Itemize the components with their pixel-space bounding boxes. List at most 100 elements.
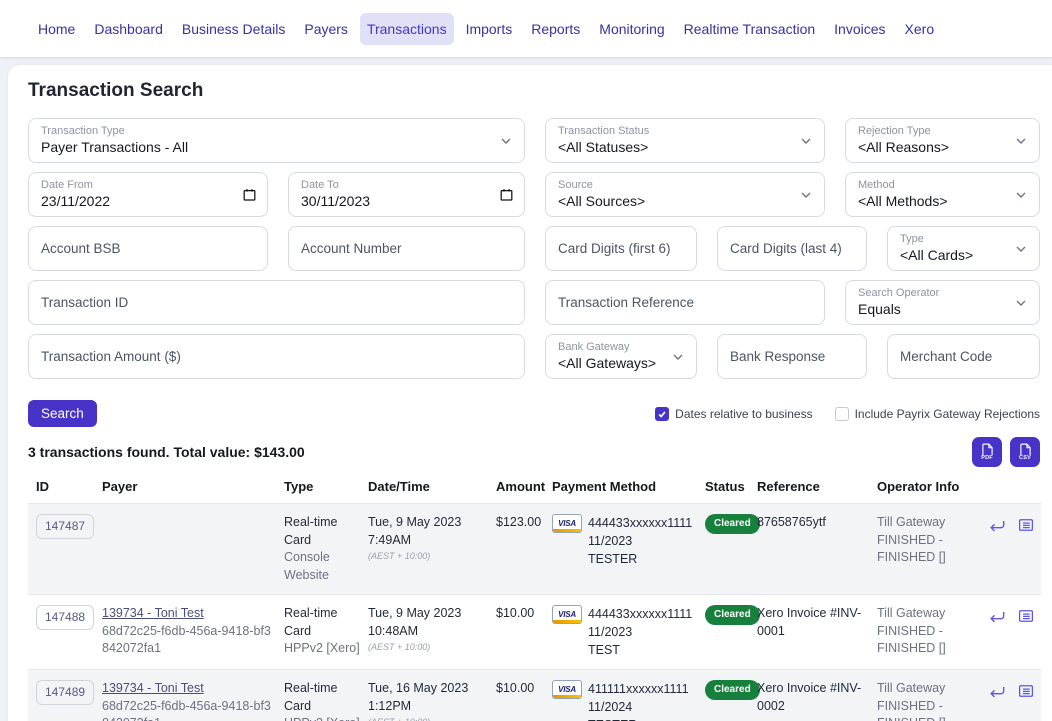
nav-item-transactions[interactable]: Transactions — [360, 13, 454, 45]
card-digits-last4-input[interactable] — [730, 227, 854, 270]
field-value: 23/11/2022 — [41, 193, 255, 211]
export-pdf-button[interactable]: PDF — [972, 437, 1002, 467]
type-main: Real-time Card — [284, 515, 338, 547]
card-digits-last4-field[interactable] — [717, 226, 867, 271]
refund-return-button[interactable] — [987, 516, 1007, 539]
card-holder: TEST — [588, 642, 697, 660]
nav-item-dashboard[interactable]: Dashboard — [87, 13, 170, 45]
payer-link[interactable]: 139734 - Toni Test — [102, 606, 204, 620]
refund-return-button[interactable] — [987, 607, 1007, 630]
transaction-reference-field[interactable] — [545, 280, 825, 325]
checkbox-unchecked-icon[interactable] — [835, 407, 849, 421]
amount: $10.00 — [496, 605, 540, 659]
details-document-icon — [1017, 682, 1035, 703]
date: Tue, 9 May 2023 — [368, 515, 461, 529]
table-row: 147489 139734 - Toni Test 68d72c25-f6db-… — [28, 669, 1041, 721]
csv-label: CSV — [1018, 455, 1032, 461]
nav-item-home[interactable]: Home — [31, 13, 82, 45]
card-type-select[interactable]: Type <All Cards> — [887, 226, 1040, 271]
transaction-details-button[interactable] — [1017, 607, 1035, 628]
refund-return-button[interactable] — [987, 682, 1007, 705]
type-sub: Console Website — [284, 550, 330, 582]
field-label: Method — [858, 179, 1027, 193]
transaction-id-link[interactable]: 147488 — [36, 605, 94, 630]
date-from-input[interactable]: Date From 23/11/2022 — [28, 172, 268, 217]
transaction-amount-field[interactable] — [28, 334, 525, 379]
visa-card-icon: VISA — [552, 680, 582, 699]
transaction-details-button[interactable] — [1017, 516, 1035, 537]
timezone: (AEST + 10:00) — [368, 641, 488, 654]
include-payrix-rejections-checkbox[interactable]: Include Payrix Gateway Rejections — [835, 407, 1040, 421]
reference: Xero Invoice #INV-0001 — [757, 605, 877, 659]
timezone: (AEST + 10:00) — [368, 716, 488, 721]
page-title: Transaction Search — [28, 80, 1048, 102]
export-csv-button[interactable]: CSV — [1010, 437, 1040, 467]
merchant-code-input[interactable] — [900, 335, 1027, 378]
checkbox-checked-icon[interactable] — [655, 407, 669, 421]
card-number: 444433xxxxxx1111 — [588, 606, 692, 624]
status-badge: Cleared — [705, 605, 760, 625]
transaction-status-select[interactable]: Transaction Status <All Statuses> — [545, 118, 825, 163]
transaction-details-button[interactable] — [1017, 682, 1035, 703]
date-to-input[interactable]: Date To 30/11/2023 — [288, 172, 525, 217]
transaction-amount-input[interactable] — [41, 335, 512, 378]
field-value: <All Reasons> — [858, 139, 1027, 157]
account-number-field[interactable] — [288, 226, 525, 271]
chevron-down-icon — [1013, 187, 1029, 203]
payer-link[interactable]: 139734 - Toni Test — [102, 681, 204, 695]
nav-item-monitoring[interactable]: Monitoring — [592, 13, 671, 45]
details-document-icon — [1017, 516, 1035, 537]
field-value: <All Gateways> — [558, 355, 684, 373]
card-digits-first6-input[interactable] — [558, 227, 684, 270]
card-digits-first6-field[interactable] — [545, 226, 697, 271]
field-value: <All Cards> — [900, 247, 1027, 265]
timezone: (AEST + 10:00) — [368, 550, 488, 563]
field-label: Transaction Status — [558, 125, 812, 139]
nav-item-reports[interactable]: Reports — [524, 13, 587, 45]
account-bsb-input[interactable] — [41, 227, 255, 270]
rejection-type-select[interactable]: Rejection Type <All Reasons> — [845, 118, 1040, 163]
transaction-id-input[interactable] — [41, 281, 512, 324]
nav-item-realtime-transaction[interactable]: Realtime Transaction — [677, 13, 823, 45]
transaction-id-field[interactable] — [28, 280, 525, 325]
status-badge: Cleared — [705, 514, 760, 534]
merchant-code-field[interactable] — [887, 334, 1040, 379]
search-operator-select[interactable]: Search Operator Equals — [845, 280, 1040, 325]
dates-relative-checkbox[interactable]: Dates relative to business — [655, 407, 812, 421]
transaction-id-link[interactable]: 147487 — [36, 514, 94, 539]
col-operator-info: Operator Info — [877, 479, 987, 494]
account-bsb-field[interactable] — [28, 226, 268, 271]
search-button[interactable]: Search — [28, 400, 97, 427]
source-select[interactable]: Source <All Sources> — [545, 172, 825, 217]
transaction-reference-input[interactable] — [558, 281, 812, 324]
nav-item-invoices[interactable]: Invoices — [827, 13, 892, 45]
status-badge: Cleared — [705, 680, 760, 700]
col-type: Type — [284, 479, 368, 494]
transaction-type-select[interactable]: Transaction Type Payer Transactions - Al… — [28, 118, 525, 163]
nav-item-business-details[interactable]: Business Details — [175, 13, 293, 45]
top-nav: Home Dashboard Business Details Payers T… — [0, 0, 1052, 57]
transaction-id-link[interactable]: 147489 — [36, 680, 94, 705]
nav-item-payers[interactable]: Payers — [297, 13, 355, 45]
account-number-input[interactable] — [301, 227, 512, 270]
nav-item-imports[interactable]: Imports — [459, 13, 520, 45]
chevron-down-icon — [798, 187, 814, 203]
table-header: ID Payer Type Date/Time Amount Payment M… — [28, 475, 1041, 503]
bank-response-field[interactable] — [717, 334, 867, 379]
date: Tue, 9 May 2023 — [368, 606, 461, 620]
table-row: 147488 139734 - Toni Test 68d72c25-f6db-… — [28, 594, 1041, 669]
col-id: ID — [36, 479, 102, 494]
calendar-icon[interactable] — [242, 187, 257, 202]
calendar-icon[interactable] — [499, 187, 514, 202]
field-value: <All Methods> — [858, 193, 1027, 211]
transactions-table: ID Payer Type Date/Time Amount Payment M… — [28, 475, 1041, 721]
method-select[interactable]: Method <All Methods> — [845, 172, 1040, 217]
bank-response-input[interactable] — [730, 335, 854, 378]
date: Tue, 16 May 2023 — [368, 681, 468, 695]
bank-gateway-select[interactable]: Bank Gateway <All Gateways> — [545, 334, 697, 379]
chevron-down-icon — [798, 133, 814, 149]
field-value: <All Statuses> — [558, 139, 812, 157]
amount: $10.00 — [496, 680, 540, 721]
nav-item-xero[interactable]: Xero — [898, 13, 942, 45]
type-sub: HPPv2 [Xero] — [284, 641, 360, 655]
